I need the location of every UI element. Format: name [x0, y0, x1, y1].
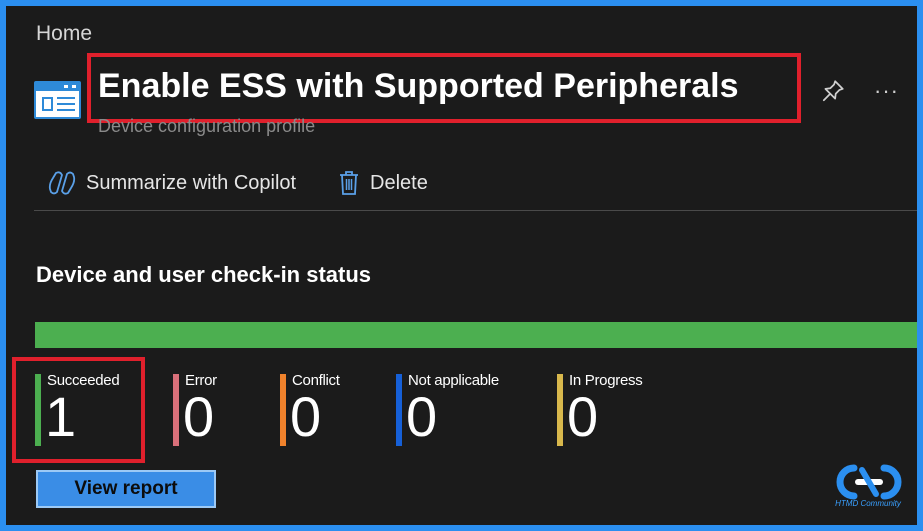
- stat-color-bar: [557, 374, 563, 446]
- stat-value: 0: [290, 385, 322, 448]
- section-title: Device and user check-in status: [36, 262, 372, 287]
- main-panel: Home Enable ESS with Supported Periphera…: [6, 6, 917, 525]
- stat-succeeded[interactable]: Succeeded 1: [35, 372, 120, 448]
- breadcrumb[interactable]: Home: [36, 22, 92, 46]
- stat-not-applicable[interactable]: Not applicable 0: [396, 372, 499, 448]
- stat-color-bar: [396, 374, 402, 446]
- more-options-icon[interactable]: ···: [874, 78, 899, 104]
- view-report-button[interactable]: View report: [36, 470, 216, 508]
- page-title: Enable ESS with Supported Peripherals: [98, 67, 739, 105]
- pin-icon[interactable]: [820, 78, 846, 104]
- configuration-profile-icon: [34, 81, 81, 119]
- stat-color-bar: [280, 374, 286, 446]
- status-progress-bar: [35, 322, 917, 348]
- stat-in-progress[interactable]: In Progress 0: [557, 372, 643, 448]
- stat-value: 0: [567, 385, 599, 448]
- delete-label: Delete: [370, 171, 428, 194]
- copilot-icon: [48, 171, 76, 195]
- summarize-copilot-label: Summarize with Copilot: [86, 171, 297, 194]
- page-subtitle: Device configuration profile: [98, 116, 316, 136]
- divider: [34, 210, 917, 211]
- delete-button[interactable]: Delete: [338, 170, 428, 196]
- stat-error[interactable]: Error 0: [173, 372, 217, 448]
- watermark-text: HTMD Community: [835, 499, 901, 508]
- trash-icon: [340, 171, 358, 195]
- stat-value: 0: [183, 385, 215, 448]
- stat-value: 0: [406, 385, 438, 448]
- stat-value: 1: [45, 385, 77, 448]
- stat-color-bar: [173, 374, 179, 446]
- stat-color-bar: [35, 374, 41, 446]
- summarize-copilot-button[interactable]: Summarize with Copilot: [48, 170, 296, 196]
- status-progress-fill: [35, 322, 917, 348]
- stat-conflict[interactable]: Conflict 0: [280, 372, 340, 448]
